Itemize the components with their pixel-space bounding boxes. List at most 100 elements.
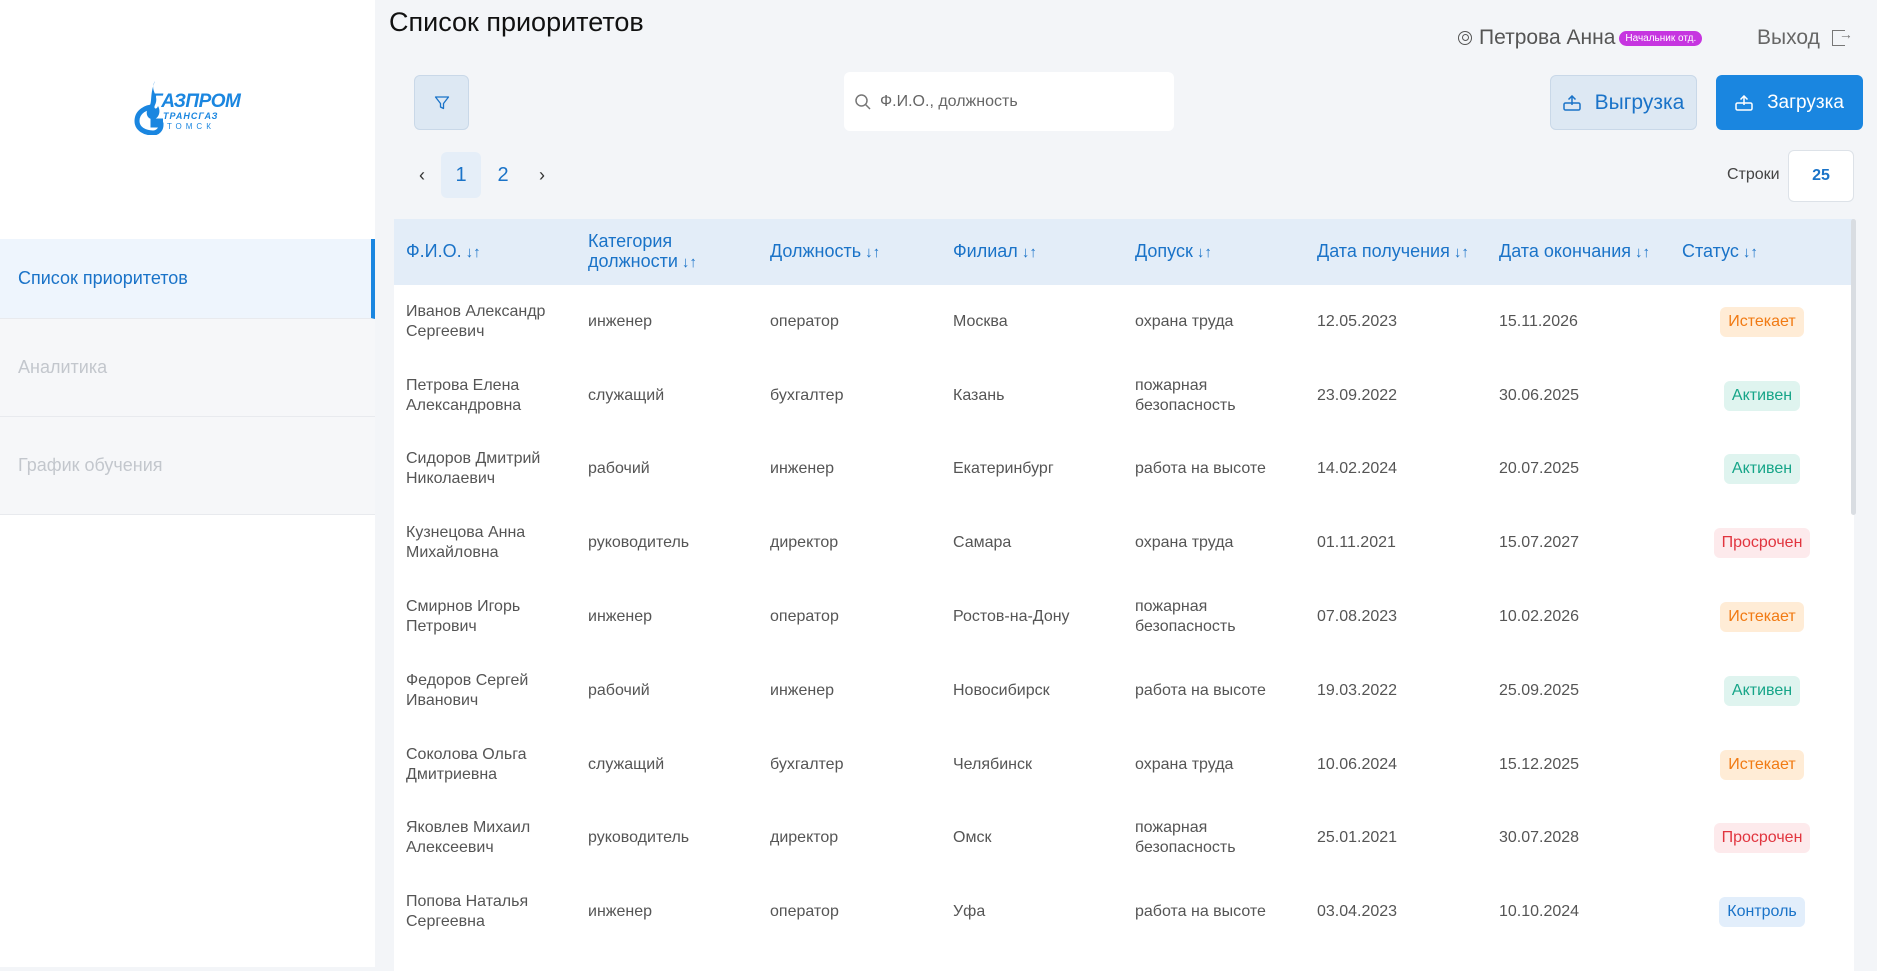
cell-category: рабочий [588,460,650,478]
cell-category: инженер [588,608,653,626]
cell-branch: Самара [953,534,1012,552]
role-badge: Начальник отд. [1619,30,1703,46]
table-row[interactable]: Федоров Сергей Иванович рабочий инженер Нов… [394,654,1854,728]
table-body: Иванов Александр Сергеевич инженер операто… [394,285,1854,949]
cell-position: оператор [770,903,839,921]
cell-expiry-date: 25.09.2025 [1499,681,1580,699]
column-header-expiry-date[interactable]: Дата окончания ↓↑ [1487,219,1670,285]
sort-icon[interactable]: ↓↑ [1022,244,1037,261]
chevron-right-icon: › [539,164,545,185]
cell-access: работа на высоте [1135,460,1266,478]
cell-position: инженер [770,460,835,478]
cell-received-date: 23.09.2022 [1317,386,1398,404]
company-logo[interactable]: ГАЗПРОМ ТРАНСГАЗ ТОМСК [133,79,241,135]
table-row[interactable]: Кузнецова Анна Михайловна руководитель дир… [394,506,1854,580]
table-row[interactable]: Иванов Александр Сергеевич инженер операто… [394,285,1854,359]
cell-received-date: 01.11.2021 [1317,534,1396,552]
cell-branch: Омск [953,829,992,847]
cell-branch: Москва [953,312,1008,330]
rows-per-page-label: Строки [1727,166,1780,183]
cell-expiry-date: 30.07.2028 [1499,829,1580,847]
rows-per-page-select[interactable]: 25 [1788,150,1854,202]
cell-status: Истекает [1670,728,1854,802]
pagination: ‹ 1 2 › [405,152,561,198]
cell-status: Истекает [1670,285,1854,359]
filter-button[interactable] [414,75,469,130]
table-row[interactable]: Соколова Ольга Дмитриевна служащий бухгалт… [394,728,1854,802]
sort-icon[interactable]: ↓↑ [1743,244,1758,261]
cell-name: Яковлев Михаил Алексеевич [406,819,531,857]
column-header-received-date[interactable]: Дата получения ↓↑ [1305,219,1487,285]
export-button[interactable]: Выгрузка [1550,75,1697,130]
filter-icon [434,95,449,109]
cell-received-date: 03.04.2023 [1317,903,1398,921]
search-input[interactable] [880,92,1160,111]
table-scrollbar[interactable] [1851,219,1856,515]
import-label: Загрузка [1767,91,1844,113]
cell-position: бухгалтер [770,386,844,404]
table-row[interactable]: Яковлев Михаил Алексеевич руководитель дир… [394,802,1854,876]
cell-expiry-date: 15.11.2026 [1499,312,1578,330]
cell-received-date: 07.08.2023 [1317,608,1398,626]
cell-status: Истекает [1670,580,1854,654]
sort-icon[interactable]: ↓↑ [1635,244,1650,261]
user-info[interactable]: Петрова Анна Начальник отд. [1458,26,1703,50]
table-header-row: Ф.И.О. ↓↑ Категория должности ↓↑ Должность… [394,219,1854,285]
logo-city: ТОМСК [167,122,215,131]
next-page-button[interactable]: › [525,152,559,198]
cell-status: Активен [1670,654,1854,728]
cell-position: оператор [770,312,839,330]
prev-page-button[interactable]: ‹ [405,152,439,198]
page-2-button[interactable]: 2 [483,152,523,198]
cell-expiry-date: 30.06.2025 [1499,386,1580,404]
sidebar-item-training-schedule[interactable]: График обучения [0,417,375,515]
cell-access: пожарная безопасность [1135,598,1236,636]
logout-button[interactable]: Выход [1757,26,1853,50]
cell-access: охрана труда [1135,312,1234,330]
cell-status: Активен [1670,433,1854,507]
logout-icon [1831,26,1853,46]
page-title: Список приоритетов [389,7,644,37]
cell-access: пожарная безопасность [1135,819,1236,857]
status-badge: Просрочен [1713,823,1811,854]
cell-position: оператор [770,608,839,626]
cell-status: Просрочен [1670,506,1854,580]
upload-icon [1735,94,1753,111]
cell-name: Петрова Елена Александровна [406,376,522,414]
cell-name: Смирнов Игорь Петрович [406,598,521,636]
sidebar-item-priorities[interactable]: Список приоритетов [0,239,375,319]
sort-icon[interactable]: ↓↑ [865,244,880,261]
cell-category: служащий [588,755,665,773]
sort-icon[interactable]: ↓↑ [1454,244,1469,261]
column-header-branch[interactable]: Филиал ↓↑ [941,219,1123,285]
sidebar-item-analytics[interactable]: Аналитика [0,319,375,417]
column-header-position[interactable]: Должность ↓↑ [758,219,941,285]
cell-expiry-date: 20.07.2025 [1499,460,1580,478]
cell-access: охрана труда [1135,755,1234,773]
status-badge: Истекает [1720,602,1804,633]
import-button[interactable]: Загрузка [1716,75,1863,130]
logo-text: ГАЗПРОМ [151,91,241,112]
column-header-status[interactable]: Статус ↓↑ [1670,219,1854,285]
sort-icon[interactable]: ↓↑ [682,254,697,271]
table-row[interactable]: Петрова Елена Александровна служащий бухга… [394,359,1854,433]
cell-expiry-date: 10.02.2026 [1499,608,1580,626]
status-badge: Активен [1723,454,1801,485]
cell-branch: Челябинск [953,755,1032,773]
table-row[interactable]: Попова Наталья Сергеевна инженер оператор У… [394,875,1854,949]
cell-category: руководитель [588,534,690,552]
status-badge: Истекает [1720,749,1804,780]
cell-category: руководитель [588,829,690,847]
page-1-button[interactable]: 1 [441,152,481,198]
chevron-left-icon: ‹ [419,164,425,185]
cell-expiry-date: 10.10.2024 [1499,903,1580,921]
sort-icon[interactable]: ↓↑ [466,244,481,261]
column-header-access[interactable]: Допуск ↓↑ [1123,219,1305,285]
table-row[interactable]: Сидоров Дмитрий Николаевич рабочий инженер… [394,433,1854,507]
cell-name: Федоров Сергей Иванович [406,671,529,709]
column-header-category[interactable]: Категория должности ↓↑ [576,219,758,285]
sort-icon[interactable]: ↓↑ [1197,244,1212,261]
column-header-name[interactable]: Ф.И.О. ↓↑ [394,219,576,285]
table-row[interactable]: Смирнов Игорь Петрович инженер оператор Рос… [394,580,1854,654]
cell-branch: Екатеринбург [953,460,1054,478]
